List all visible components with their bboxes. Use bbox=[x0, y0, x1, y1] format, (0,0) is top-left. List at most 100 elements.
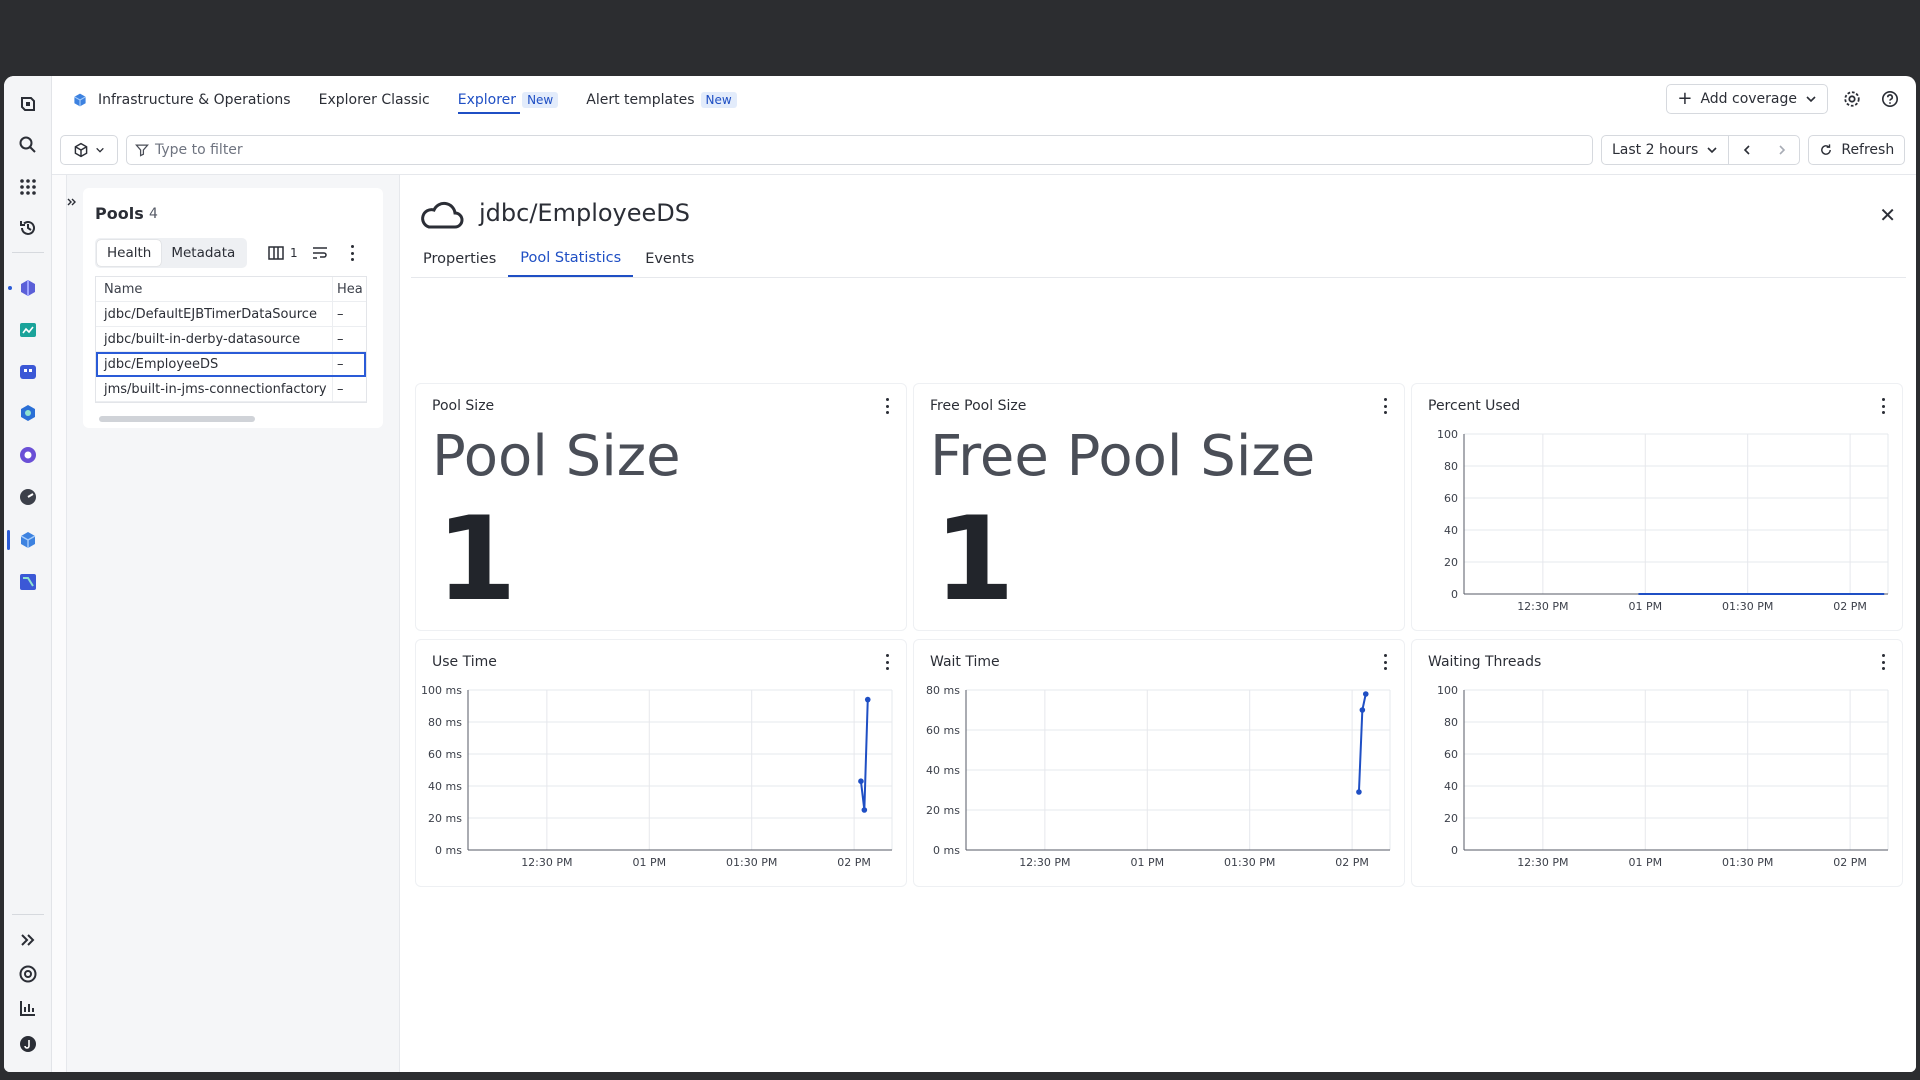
left-rail bbox=[4, 76, 52, 1072]
free-pool-size-card: Free Pool Size Free Pool Size 1 bbox=[913, 383, 1405, 631]
y-tick-label: 40 ms bbox=[428, 780, 462, 793]
settings-gear-icon[interactable] bbox=[1838, 85, 1866, 113]
use-time-chart: 100 ms 80 ms 60 ms 40 ms 20 ms 0 ms 12:30 PM 01… bbox=[421, 684, 893, 869]
cloud-icon bbox=[421, 201, 464, 229]
app-monitor-icon[interactable] bbox=[12, 481, 44, 513]
tab-pool-statistics[interactable]: Pool Statistics bbox=[508, 241, 634, 277]
card-menu-icon[interactable] bbox=[884, 398, 890, 414]
table-row-selected[interactable]: jdbc/EmployeeDS – bbox=[96, 352, 366, 377]
view-segmented-control: Health Metadata bbox=[95, 238, 248, 268]
app-dashboards-icon[interactable] bbox=[12, 272, 44, 304]
timeframe-next-button[interactable] bbox=[1764, 136, 1799, 164]
waiting-threads-chart: 100 80 60 40 20 0 12:30 PM 01 PM 01:30 PM 02 PM bbox=[1437, 684, 1889, 869]
data-point bbox=[864, 696, 871, 703]
app-notebooks-icon[interactable] bbox=[12, 314, 44, 346]
top-bar: Infrastructure & Operations Explorer Cla… bbox=[52, 76, 1916, 124]
single-value-label: Free Pool Size bbox=[930, 424, 1316, 489]
timeframe-previous-button[interactable] bbox=[1729, 136, 1764, 164]
horizontal-scrollbar[interactable] bbox=[99, 416, 255, 422]
table-row[interactable]: jms/built-in-jms-connectionfactory – bbox=[96, 377, 366, 402]
app-infrastructure-icon[interactable] bbox=[12, 524, 44, 556]
filter-input[interactable]: Type to filter bbox=[126, 135, 1593, 165]
row-health: – bbox=[337, 381, 344, 397]
top-nav: Infrastructure & Operations Explorer Cla… bbox=[88, 76, 751, 124]
scope-selector[interactable] bbox=[60, 135, 118, 165]
data-point bbox=[858, 778, 864, 784]
x-tick-label: 12:30 PM bbox=[1517, 600, 1568, 613]
single-value-label: Pool Size bbox=[432, 424, 681, 489]
expand-rail-icon[interactable] bbox=[12, 924, 44, 956]
new-badge: New bbox=[522, 92, 559, 108]
tab-properties[interactable]: Properties bbox=[411, 241, 508, 277]
close-icon[interactable]: ✕ bbox=[1879, 203, 1896, 227]
table-header: Name Hea bbox=[96, 277, 366, 302]
data-point bbox=[1359, 707, 1366, 713]
expand-panel-icon[interactable] bbox=[62, 192, 82, 212]
history-icon[interactable] bbox=[12, 212, 44, 244]
column-header-name[interactable]: Name bbox=[96, 277, 333, 301]
x-tick-label: 12:30 PM bbox=[521, 856, 572, 869]
card-menu-icon[interactable] bbox=[884, 654, 890, 670]
wrap-lines-icon bbox=[313, 247, 327, 259]
y-tick-label: 100 ms bbox=[421, 684, 462, 697]
table-row[interactable]: jdbc/DefaultEJBTimerDataSource – bbox=[96, 302, 366, 327]
chevron-down-icon bbox=[96, 147, 104, 153]
x-tick-label: 02 PM bbox=[1833, 856, 1867, 869]
y-tick-label: 20 bbox=[1444, 812, 1458, 825]
x-tick-label: 02 PM bbox=[1833, 600, 1867, 613]
percent-used-card: Percent Used 100 80 60 40 20 0 12:30 PM 01 PM 01… bbox=[1411, 383, 1903, 631]
segment-metadata[interactable]: Metadata bbox=[161, 240, 245, 266]
segment-health[interactable]: Health bbox=[97, 240, 162, 266]
y-tick-label: 40 ms bbox=[926, 764, 960, 777]
chevron-down-icon bbox=[1707, 147, 1717, 154]
nav-explorer[interactable]: Explorer New bbox=[444, 76, 572, 124]
timeframe-group: Last 2 hours bbox=[1601, 135, 1801, 165]
card-menu-icon[interactable] bbox=[1382, 398, 1388, 414]
more-options-icon[interactable] bbox=[349, 243, 355, 263]
usage-chart-icon[interactable] bbox=[12, 992, 44, 1024]
card-menu-icon[interactable] bbox=[1880, 398, 1886, 414]
waiting-threads-card: Waiting Threads 100 80 60 40 20 0 12:30 PM 01 P… bbox=[1411, 639, 1903, 887]
y-tick-label: 100 bbox=[1437, 428, 1458, 441]
pool-size-card: Pool Size Pool Size 1 bbox=[415, 383, 907, 631]
refresh-button[interactable]: Refresh bbox=[1808, 135, 1906, 165]
wrap-lines-button[interactable] bbox=[312, 243, 328, 263]
app-logs-icon[interactable] bbox=[12, 439, 44, 471]
x-tick-label: 01:30 PM bbox=[726, 856, 777, 869]
card-menu-icon[interactable] bbox=[1880, 654, 1886, 670]
row-name: jdbc/EmployeeDS bbox=[96, 352, 333, 376]
add-coverage-label: Add coverage bbox=[1700, 91, 1797, 107]
column-header-health[interactable]: Hea bbox=[333, 277, 366, 301]
detail-tabs: Properties Pool Statistics Events bbox=[411, 241, 706, 277]
y-tick-label: 20 ms bbox=[926, 804, 960, 817]
tab-events[interactable]: Events bbox=[633, 241, 706, 277]
card-menu-icon[interactable] bbox=[1382, 654, 1388, 670]
app-kubernetes-icon[interactable] bbox=[12, 397, 44, 429]
row-health: – bbox=[337, 306, 344, 322]
nav-explorer-classic[interactable]: Explorer Classic bbox=[305, 76, 444, 124]
support-icon[interactable] bbox=[12, 958, 44, 990]
user-avatar-icon[interactable] bbox=[12, 1028, 44, 1060]
home-icon[interactable] bbox=[12, 88, 44, 120]
app-title[interactable]: Infrastructure & Operations bbox=[88, 76, 305, 124]
x-tick-label: 02 PM bbox=[1335, 856, 1369, 869]
chevron-left-icon bbox=[1743, 145, 1750, 155]
timeframe-selector[interactable]: Last 2 hours bbox=[1602, 136, 1730, 164]
x-tick-label: 01 PM bbox=[1628, 600, 1662, 613]
help-icon[interactable] bbox=[1876, 85, 1904, 113]
apps-grid-icon[interactable] bbox=[12, 171, 44, 203]
collapse-strip bbox=[52, 175, 67, 1072]
pools-card: Pools 4 Health Metadata 1 Name Hea jdbc/… bbox=[83, 188, 383, 428]
nav-alert-templates[interactable]: Alert templates New bbox=[572, 76, 750, 124]
detail-title: jdbc/EmployeeDS bbox=[479, 199, 690, 227]
columns-button[interactable]: 1 bbox=[268, 243, 298, 263]
add-coverage-button[interactable]: + Add coverage bbox=[1666, 84, 1828, 114]
refresh-icon bbox=[1821, 144, 1832, 155]
single-value: 1 bbox=[934, 492, 1015, 627]
table-row[interactable]: jdbc/built-in-derby-datasource – bbox=[96, 327, 366, 352]
y-tick-label: 60 bbox=[1444, 492, 1458, 505]
data-point bbox=[861, 807, 868, 813]
app-workflows-icon[interactable] bbox=[12, 566, 44, 598]
search-icon[interactable] bbox=[12, 129, 44, 161]
app-services-icon[interactable] bbox=[12, 356, 44, 388]
